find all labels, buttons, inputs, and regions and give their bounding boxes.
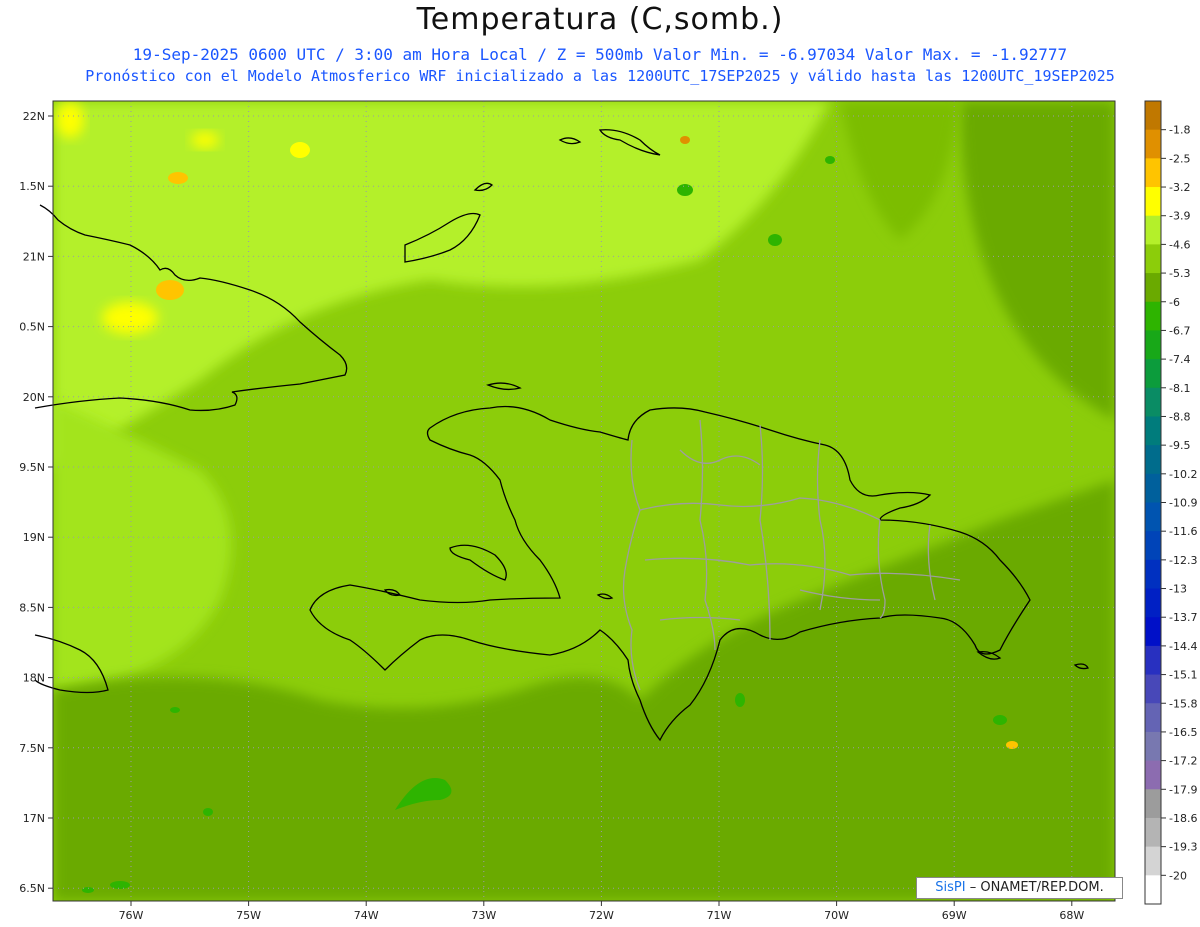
colorbar-swatch	[1145, 359, 1161, 389]
colorbar-swatch	[1145, 301, 1161, 331]
colorbar-swatch	[1145, 789, 1161, 819]
colorbar-label: -8.8	[1169, 410, 1190, 423]
colorbar-label: -20	[1169, 869, 1187, 882]
credit-box: SisPI – ONAMET/REP.DOM.	[916, 877, 1123, 899]
colorbar-swatch	[1145, 387, 1161, 417]
colorbar-swatch	[1145, 445, 1161, 475]
latitude-labels: 22N 1.5N 21N 0.5N 20N 9.5N 19N 8.5N 18N 7.5N 17N 6.…	[19, 110, 53, 895]
colorbar-label: -17.9	[1169, 783, 1197, 796]
colorbar-label: -6.7	[1169, 324, 1190, 337]
colorbar-swatch	[1145, 731, 1161, 762]
colorbar-label: -14.4	[1169, 640, 1197, 653]
lat-label: 7.5N	[19, 742, 45, 755]
lat-label: 0.5N	[19, 321, 45, 334]
colorbar-label: -18.6	[1169, 812, 1197, 825]
colorbar-swatch	[1145, 531, 1161, 561]
lon-label: 72W	[589, 909, 614, 922]
colorbar-label: -15.1	[1169, 669, 1197, 682]
colorbar-label: -15.8	[1169, 697, 1197, 710]
lon-label: 75W	[236, 909, 261, 922]
longitude-labels: 76W 75W 74W 73W 72W 71W 70W 69W 68W	[119, 901, 1084, 922]
colorbar-swatch	[1145, 645, 1161, 676]
lat-label: 8.5N	[19, 601, 45, 614]
colorbar-swatch	[1145, 502, 1161, 532]
credit-brand: SisPI	[935, 880, 966, 895]
colorbar-swatch	[1145, 158, 1161, 188]
colorbar-label: -7.4	[1169, 353, 1190, 366]
lon-label: 76W	[119, 909, 144, 922]
lat-label: 18N	[23, 672, 45, 685]
colorbar-label: -5.3	[1169, 267, 1190, 280]
lat-label: 19N	[23, 531, 45, 544]
colorbar: -1.8 -2.5 -3.2 -3.9 -4.6 -5.3 -6 -6.7 -7.4 -8.1 -8…	[1144, 100, 1197, 905]
colorbar-label: -3.9	[1169, 210, 1190, 223]
colorbar-label: -17.2	[1169, 755, 1197, 768]
colorbar-label: -16.5	[1169, 726, 1197, 739]
colorbar-label: -13	[1169, 583, 1187, 596]
colorbar-swatch	[1145, 588, 1161, 618]
colorbar-swatch	[1145, 473, 1161, 503]
lat-label: 22N	[23, 110, 45, 123]
lat-label: 21N	[23, 250, 45, 263]
colorbar-label: -13.7	[1169, 611, 1197, 624]
colorbar-label: -4.6	[1169, 238, 1190, 251]
lon-label: 70W	[824, 909, 849, 922]
colorbar-swatch	[1145, 703, 1161, 733]
colorbar-swatch	[1145, 674, 1161, 704]
colorbar-label: -1.8	[1169, 124, 1190, 137]
lat-label: 1.5N	[19, 180, 45, 193]
colorbar-swatch	[1145, 129, 1161, 159]
colorbar-label: -10.2	[1169, 468, 1197, 481]
temperature-field	[53, 101, 1115, 901]
colorbar-swatch	[1145, 760, 1161, 790]
colorbar-swatch	[1145, 617, 1161, 647]
colorbar-swatch	[1145, 187, 1161, 217]
temperature-map: 22N 1.5N 21N 0.5N 20N 9.5N 19N 8.5N 18N 7.5N 17N 6.…	[19, 100, 1197, 922]
lat-label: 17N	[23, 812, 45, 825]
colorbar-label: -8.1	[1169, 382, 1190, 395]
lat-label: 9.5N	[19, 461, 45, 474]
colorbar-label: -2.5	[1169, 152, 1190, 165]
lat-label: 20N	[23, 391, 45, 404]
colorbar-label: -3.2	[1169, 181, 1190, 194]
colorbar-swatch	[1145, 559, 1161, 590]
colorbar-label: -11.6	[1169, 525, 1197, 538]
lat-label: 6.5N	[19, 882, 45, 895]
colorbar-swatch	[1145, 846, 1161, 876]
lon-label: 74W	[354, 909, 379, 922]
lon-label: 73W	[471, 909, 496, 922]
colorbar-label: -12.3	[1169, 554, 1197, 567]
colorbar-swatch	[1145, 817, 1161, 848]
colorbar-label: -10.9	[1169, 497, 1197, 510]
lon-label: 69W	[942, 909, 967, 922]
lon-label: 71W	[707, 909, 732, 922]
colorbar-swatch	[1145, 101, 1161, 131]
colorbar-swatch	[1145, 215, 1161, 245]
colorbar-label: -9.5	[1169, 439, 1190, 452]
colorbar-label: -6	[1169, 296, 1180, 309]
colorbar-swatch	[1145, 330, 1161, 360]
colorbar-swatch	[1145, 875, 1161, 905]
colorbar-label: -19.3	[1169, 841, 1197, 854]
lon-label: 68W	[1059, 909, 1084, 922]
colorbar-swatch	[1145, 244, 1161, 274]
colorbar-swatch	[1145, 416, 1161, 446]
credit-text: – ONAMET/REP.DOM.	[965, 880, 1104, 895]
colorbar-swatch	[1145, 273, 1161, 303]
